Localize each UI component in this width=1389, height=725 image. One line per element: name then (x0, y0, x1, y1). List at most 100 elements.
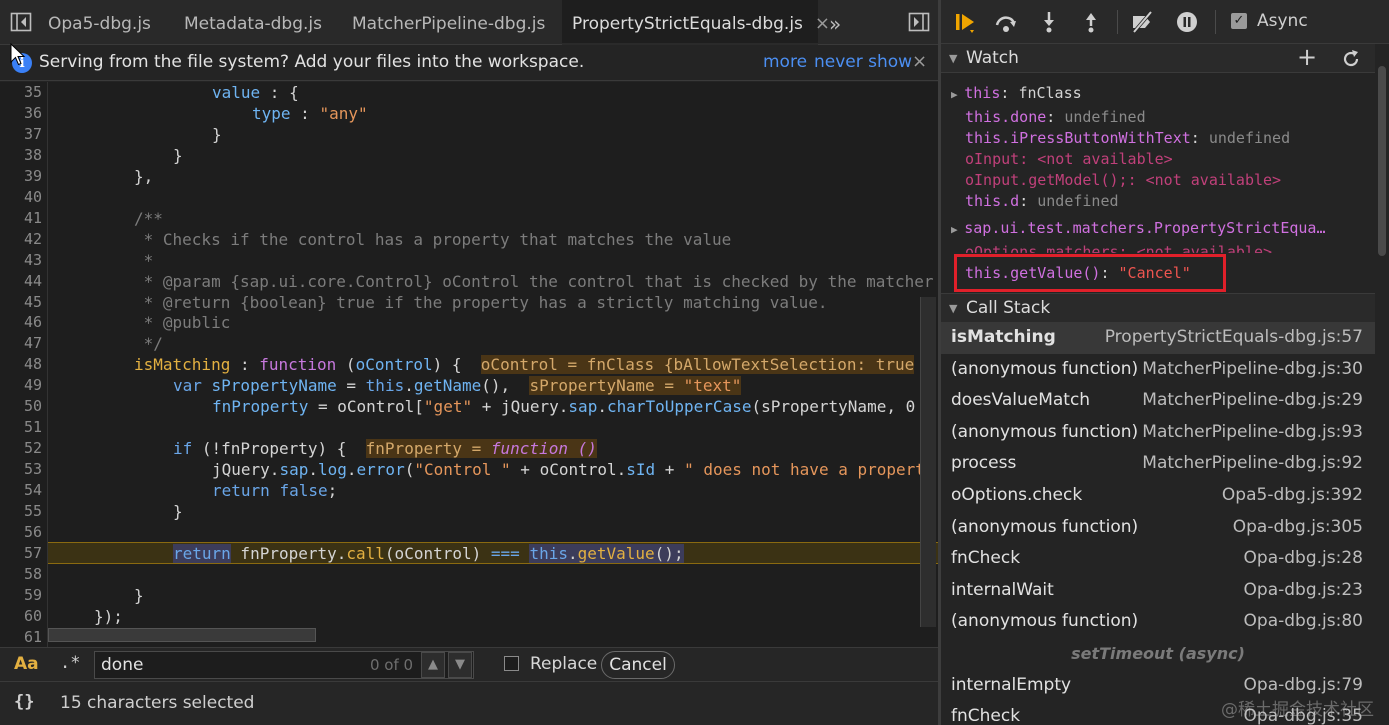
line-number[interactable]: 44 (0, 272, 42, 290)
line-number[interactable]: 39 (0, 167, 42, 185)
call-frame[interactable]: oOptions.check Opa5-dbg.js:392 (941, 480, 1375, 512)
step-over-icon[interactable] (994, 10, 1018, 34)
line-number[interactable]: 59 (0, 586, 42, 604)
more-tabs-icon[interactable]: » (829, 0, 841, 45)
watch-section-header[interactable]: ▼ Watch + (941, 43, 1389, 73)
debugger-toolbar: ✓ Async (941, 0, 1389, 44)
code-editor[interactable]: 35 36 37 38 39 40 41 42 43 44 45 46 47 48 49 50 51 52 53 54… (0, 82, 938, 647)
line-number[interactable]: 52 (0, 439, 42, 457)
call-frame[interactable]: internalWait Opa-dbg.js:23 (941, 575, 1375, 607)
line-number[interactable]: 45 (0, 293, 42, 311)
sidebar-vertical-scrollbar[interactable] (1375, 44, 1389, 724)
code-line: var sPropertyName = this.getName(), sPro… (173, 376, 742, 396)
pretty-print-icon[interactable]: {} (14, 692, 34, 712)
call-frame-location[interactable]: MatcherPipeline-dbg.js:92 (1142, 453, 1363, 473)
tab-matcher-pipeline[interactable]: MatcherPipeline-dbg.js (352, 0, 545, 45)
line-number[interactable]: 55 (0, 502, 42, 520)
debugger-sidebar: ✓ Async ▼ Watch + ▶ this: fnClass this.d… (941, 0, 1389, 725)
watch-expression[interactable]: this.done: undefined (965, 108, 1146, 126)
call-frame-function: internalWait (951, 579, 1054, 600)
editor-horizontal-scrollbar[interactable] (48, 628, 316, 642)
refresh-watch-icon[interactable] (1341, 49, 1361, 69)
call-frame-location[interactable]: Opa-dbg.js:28 (1244, 548, 1363, 568)
async-checkbox[interactable]: ✓ (1231, 13, 1247, 29)
line-number[interactable]: 46 (0, 313, 42, 331)
call-frame[interactable]: (anonymous function) Opa-dbg.js:80 (941, 606, 1375, 638)
match-case-toggle[interactable]: Aa (14, 654, 39, 674)
step-out-icon[interactable] (1079, 10, 1103, 34)
line-number[interactable]: 47 (0, 334, 42, 352)
close-infobar-icon[interactable]: × (912, 51, 927, 72)
call-stack-section-header[interactable]: ▼ Call Stack (941, 293, 1389, 323)
call-frame-location[interactable]: Opa-dbg.js:79 (1244, 675, 1363, 695)
call-frame-location[interactable]: Opa-dbg.js:23 (1244, 580, 1363, 600)
tab-opa5[interactable]: Opa5-dbg.js (48, 0, 151, 45)
line-number[interactable]: 58 (0, 565, 42, 583)
call-frame-location[interactable]: Opa-dbg.js:80 (1244, 611, 1363, 631)
pause-on-exceptions-icon[interactable] (1175, 10, 1199, 34)
regex-toggle[interactable]: .* (60, 653, 80, 673)
watch-expression[interactable]: this.d: undefined (965, 192, 1119, 210)
watch-expression[interactable]: this.iPressButtonWithText: undefined (965, 129, 1290, 147)
replace-checkbox[interactable] (504, 656, 519, 671)
call-frame[interactable]: process MatcherPipeline-dbg.js:92 (941, 448, 1375, 480)
line-number[interactable]: 53 (0, 460, 42, 478)
call-frame-location[interactable]: MatcherPipeline-dbg.js:30 (1142, 359, 1363, 379)
inline-value-fnproperty: fnProperty = function () (365, 439, 597, 459)
never-show-link[interactable]: never show (814, 52, 912, 72)
tab-metadata[interactable]: Metadata-dbg.js (184, 0, 322, 45)
step-into-icon[interactable] (1037, 10, 1061, 34)
watch-title: Watch (966, 48, 1019, 68)
scrollbar-thumb[interactable] (1378, 66, 1386, 256)
call-frame-location[interactable]: PropertyStrictEquals-dbg.js:57 (1105, 327, 1363, 347)
line-number[interactable]: 40 (0, 188, 42, 206)
line-number[interactable]: 61 (0, 628, 42, 646)
line-number[interactable]: 57 (0, 544, 42, 562)
find-next-icon[interactable]: ▼ (448, 652, 472, 678)
find-previous-icon[interactable]: ▲ (421, 652, 445, 678)
call-frame-function: doesValueMatch (951, 390, 1091, 411)
cancel-button[interactable]: Cancel (601, 651, 675, 679)
line-number[interactable]: 35 (0, 83, 42, 101)
call-frame[interactable]: (anonymous function) MatcherPipeline-dbg.… (941, 354, 1375, 386)
line-number-gutter[interactable]: 35 36 37 38 39 40 41 42 43 44 45 46 47 48 49 50 51 52 53 54… (0, 82, 48, 647)
toggle-debugger-icon[interactable] (908, 11, 930, 33)
resume-icon[interactable] (953, 10, 977, 34)
toggle-navigator-icon[interactable] (10, 11, 32, 33)
line-number[interactable]: 36 (0, 104, 42, 122)
line-number[interactable]: 50 (0, 397, 42, 415)
line-number[interactable]: 51 (0, 418, 42, 436)
watch-expression[interactable]: oInput: <not available> (965, 150, 1173, 168)
line-number[interactable]: 49 (0, 376, 42, 394)
add-watch-icon[interactable]: + (1297, 43, 1317, 71)
line-number[interactable]: 54 (0, 481, 42, 499)
tab-property-strict-equals[interactable]: PropertyStrictEquals-dbg.js × (562, 0, 830, 45)
watch-expression[interactable]: ▶ sap.ui.test.matchers.PropertyStrictEqu… (951, 219, 1325, 237)
line-number[interactable]: 41 (0, 209, 42, 227)
call-frame[interactable]: (anonymous function) MatcherPipeline-dbg.… (941, 417, 1375, 449)
call-frame[interactable]: isMatching PropertyStrictEquals-dbg.js:57 (941, 322, 1375, 354)
find-input[interactable]: done (94, 651, 474, 679)
more-link[interactable]: more (763, 52, 807, 72)
call-frame-location[interactable]: MatcherPipeline-dbg.js:93 (1142, 422, 1363, 442)
call-frame-location[interactable]: Opa5-dbg.js:392 (1222, 485, 1363, 505)
line-number[interactable]: 38 (0, 146, 42, 164)
line-number[interactable]: 43 (0, 251, 42, 269)
call-frame-location[interactable]: Opa-dbg.js:305 (1233, 517, 1363, 537)
watch-expression[interactable]: ▶ this: fnClass (951, 84, 1082, 102)
call-frame-function: process (951, 453, 1017, 474)
close-tab-icon[interactable]: × (815, 13, 830, 34)
line-number[interactable]: 48 (0, 355, 42, 373)
editor-vertical-scrollbar[interactable] (920, 297, 936, 627)
call-frame-location[interactable]: MatcherPipeline-dbg.js:29 (1142, 390, 1363, 410)
line-number[interactable]: 37 (0, 125, 42, 143)
line-number[interactable]: 42 (0, 230, 42, 248)
watch-expression[interactable]: oInput.getModel();: <not available> (965, 171, 1281, 189)
line-number[interactable]: 60 (0, 607, 42, 625)
code-line: if (!fnProperty) { fnProperty = function… (173, 439, 597, 459)
call-frame[interactable]: (anonymous function) Opa-dbg.js:305 (941, 512, 1375, 544)
call-frame[interactable]: fnCheck Opa-dbg.js:28 (941, 543, 1375, 575)
deactivate-breakpoints-icon[interactable] (1130, 10, 1154, 34)
line-number[interactable]: 56 (0, 523, 42, 541)
call-frame[interactable]: doesValueMatch MatcherPipeline-dbg.js:29 (941, 385, 1375, 417)
